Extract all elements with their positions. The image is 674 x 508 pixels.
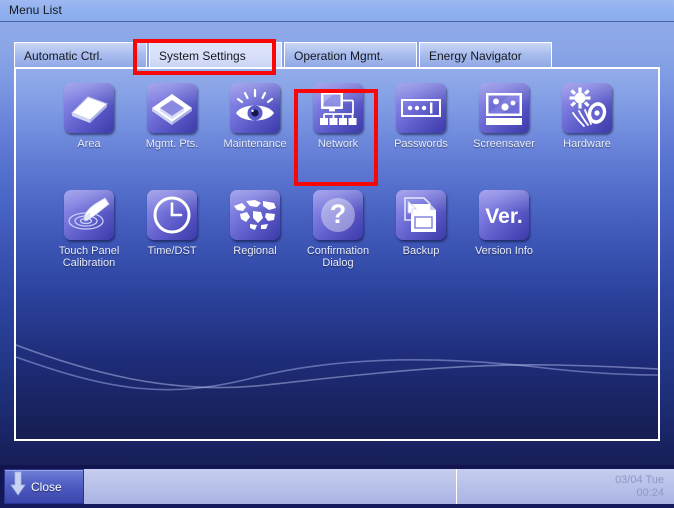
menu-item-label: Touch Panel Calibration [58, 245, 120, 269]
menu-icon-grid: Area Mgmt. Pts. Maintenance Network Password… [16, 83, 658, 297]
decorative-wave-lines [16, 344, 658, 391]
tab-energy-navigator[interactable]: Energy Navigator [419, 42, 552, 68]
ac-unit-icon [147, 83, 197, 133]
menu-item-label: Network [317, 138, 359, 150]
hardware-icon [562, 83, 612, 133]
menu-item-label: Area [77, 138, 101, 150]
bottom-bar-divider [456, 469, 457, 504]
touch-panel-icon [64, 190, 114, 240]
bottom-bar: 03/04 Tue 00:24 Close [0, 465, 674, 508]
clock-icon [147, 190, 197, 240]
menu-item-confirmation-dialog[interactable]: ? Confirmation Dialog [293, 190, 383, 269]
tab-label: Energy Navigator [429, 48, 522, 63]
menu-row: Touch Panel Calibration Time/DST Regional?… [16, 190, 658, 297]
clock-display: 03/04 Tue 00:24 [615, 474, 664, 500]
clock-date: 03/04 Tue [615, 474, 664, 486]
menu-item-regional[interactable]: Regional [210, 190, 300, 257]
tab-label: Automatic Ctrl. [24, 48, 103, 63]
menu-item-label: Backup [402, 245, 440, 257]
menu-item-area[interactable]: Area [44, 83, 134, 150]
menu-item-label: Version Info [474, 245, 534, 257]
screensaver-icon [479, 83, 529, 133]
menu-item-passwords[interactable]: Passwords [376, 83, 466, 150]
menu-item-hardware[interactable]: Hardware [542, 83, 632, 150]
menu-row: Area Mgmt. Pts. Maintenance Network Password… [16, 83, 658, 190]
tab-label: Operation Mgmt. [294, 48, 384, 63]
menu-item-maintenance[interactable]: Maintenance [210, 83, 300, 150]
down-arrow-icon [10, 471, 26, 502]
area-plate-icon [64, 83, 114, 133]
menu-item-label: Mgmt. Pts. [145, 138, 199, 150]
menu-item-label: Regional [233, 245, 277, 257]
svg-text:?: ? [330, 199, 347, 229]
eye-icon [230, 83, 280, 133]
bottom-bar-track: 03/04 Tue 00:24 [84, 469, 674, 504]
menu-item-version-info[interactable]: Ver. Version Info [459, 190, 549, 257]
menu-item-label: Maintenance [223, 138, 287, 150]
menu-item-mgmt-pts[interactable]: Mgmt. Pts. [127, 83, 217, 150]
menu-content-panel: Area Mgmt. Pts. Maintenance Network Password… [14, 67, 660, 441]
network-icon [313, 83, 363, 133]
password-field-icon [396, 83, 446, 133]
window-title: Menu List [9, 3, 62, 17]
tab-system-settings[interactable]: System Settings [149, 42, 282, 68]
question-mark-icon: ? [313, 190, 363, 240]
menu-item-label: Confirmation Dialog [306, 245, 370, 269]
tab-label: System Settings [159, 48, 246, 63]
backup-documents-icon [396, 190, 446, 240]
close-button[interactable]: Close [4, 469, 84, 504]
menu-item-label: Passwords [394, 138, 448, 150]
svg-text:Ver.: Ver. [485, 205, 522, 228]
menu-list-screen: Menu List Automatic Ctrl. System Settings… [0, 0, 674, 508]
close-button-label: Close [31, 479, 62, 494]
menu-item-network[interactable]: Network [293, 83, 383, 150]
tab-strip: Automatic Ctrl. System Settings Operation … [14, 42, 660, 68]
version-ver-icon: Ver. [479, 190, 529, 240]
menu-item-label: Screensaver [473, 138, 535, 150]
menu-item-touch-panel-calibration[interactable]: Touch Panel Calibration [44, 190, 134, 269]
menu-item-time-dst[interactable]: Time/DST [127, 190, 217, 257]
window-title-bar: Menu List [0, 0, 674, 22]
menu-item-backup[interactable]: Backup [376, 190, 466, 257]
tab-operation-mgmt[interactable]: Operation Mgmt. [284, 42, 417, 68]
world-map-icon [230, 190, 280, 240]
clock-time: 00:24 [636, 487, 664, 499]
tab-automatic-ctrl[interactable]: Automatic Ctrl. [14, 42, 147, 68]
menu-item-screensaver[interactable]: Screensaver [459, 83, 549, 150]
menu-item-label: Time/DST [147, 245, 197, 257]
menu-item-label: Hardware [563, 138, 611, 150]
